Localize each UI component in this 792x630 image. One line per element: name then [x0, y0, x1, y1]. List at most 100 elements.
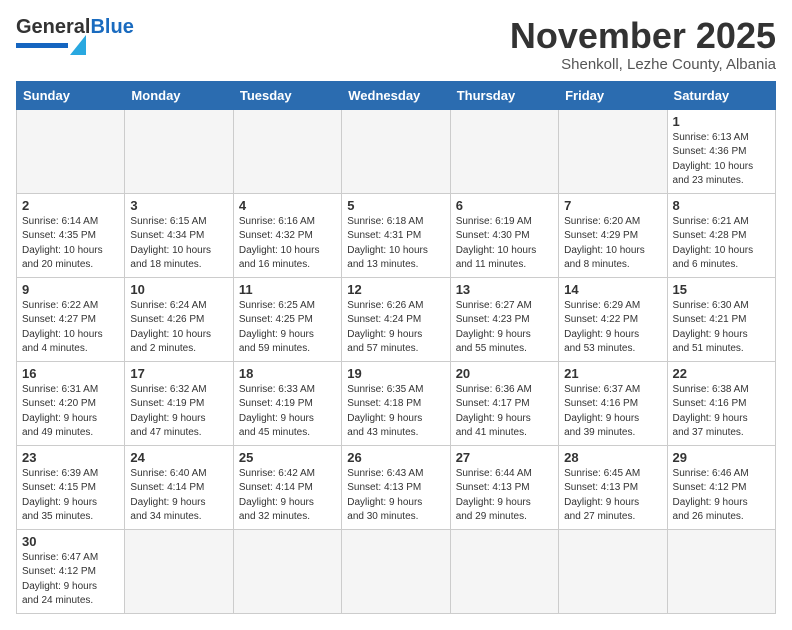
calendar-cell — [233, 529, 341, 613]
calendar-cell: 5Sunrise: 6:18 AM Sunset: 4:31 PM Daylig… — [342, 193, 450, 277]
calendar-cell: 17Sunrise: 6:32 AM Sunset: 4:19 PM Dayli… — [125, 361, 233, 445]
day-info: Sunrise: 6:44 AM Sunset: 4:13 PM Dayligh… — [456, 467, 553, 525]
calendar-cell: 13 Sunrise: 6:27 AM Sunset: 4:23 PM Dayli… — [450, 277, 558, 361]
calendar-cell: 15Sunrise: 6:30 AM Sunset: 4:21 PM Dayli… — [667, 277, 775, 361]
calendar-cell: 21Sunrise: 6:37 AM Sunset: 4:16 PM Dayli… — [559, 361, 667, 445]
day-info: Sunrise: 6:30 AM Sunset: 4:21 PM Dayligh… — [673, 299, 770, 357]
day-info: Sunrise: 6:20 AM Sunset: 4:29 PM Dayligh… — [564, 215, 661, 273]
calendar-cell: 10Sunrise: 6:24 AM Sunset: 4:26 PM Dayli… — [125, 277, 233, 361]
logo-blue-bar — [16, 43, 68, 48]
day-number: 7 — [564, 198, 661, 213]
day-number: 22 — [673, 366, 770, 381]
day-number: 30 — [22, 534, 119, 549]
day-number: 4 — [239, 198, 336, 213]
weekday-header-monday: Monday — [125, 81, 233, 109]
calendar-cell — [342, 109, 450, 193]
weekday-header-thursday: Thursday — [450, 81, 558, 109]
day-info: Sunrise: 6:29 AM Sunset: 4:22 PM Dayligh… — [564, 299, 661, 357]
calendar-cell: 3Sunrise: 6:15 AM Sunset: 4:34 PM Daylig… — [125, 193, 233, 277]
calendar-cell — [559, 529, 667, 613]
calendar-cell: 30 Sunrise: 6:47 AM Sunset: 4:12 PM Dayli… — [17, 529, 125, 613]
calendar-cell: 8 Sunrise: 6:21 AM Sunset: 4:28 PM Daylig… — [667, 193, 775, 277]
calendar-cell — [342, 529, 450, 613]
calendar-cell: 9 Sunrise: 6:22 AM Sunset: 4:27 PM Daylig… — [17, 277, 125, 361]
calendar-cell: 24Sunrise: 6:40 AM Sunset: 4:14 PM Dayli… — [125, 445, 233, 529]
calendar-cell — [233, 109, 341, 193]
week-row-4: 16 Sunrise: 6:31 AM Sunset: 4:20 PM Dayli… — [17, 361, 776, 445]
day-number: 27 — [456, 450, 553, 465]
calendar-cell: 25Sunrise: 6:42 AM Sunset: 4:14 PM Dayli… — [233, 445, 341, 529]
day-info: Sunrise: 6:31 AM Sunset: 4:20 PM Dayligh… — [22, 383, 119, 441]
calendar-cell — [125, 529, 233, 613]
day-number: 23 — [22, 450, 119, 465]
day-info: Sunrise: 6:26 AM Sunset: 4:24 PM Dayligh… — [347, 299, 444, 357]
day-info: Sunrise: 6:22 AM Sunset: 4:27 PM Dayligh… — [22, 299, 119, 357]
day-number: 14 — [564, 282, 661, 297]
day-number: 8 — [673, 198, 770, 213]
day-info: Sunrise: 6:39 AM Sunset: 4:15 PM Dayligh… — [22, 467, 119, 525]
calendar-cell — [559, 109, 667, 193]
day-number: 21 — [564, 366, 661, 381]
day-info: Sunrise: 6:45 AM Sunset: 4:13 PM Dayligh… — [564, 467, 661, 525]
day-number: 13 — [456, 282, 553, 297]
week-row-2: 2 Sunrise: 6:14 AM Sunset: 4:35 PM Daylig… — [17, 193, 776, 277]
week-row-6: 30 Sunrise: 6:47 AM Sunset: 4:12 PM Dayli… — [17, 529, 776, 613]
calendar-cell: 19 Sunrise: 6:35 AM Sunset: 4:18 PM Dayli… — [342, 361, 450, 445]
calendar-cell: 16 Sunrise: 6:31 AM Sunset: 4:20 PM Dayli… — [17, 361, 125, 445]
calendar-cell — [125, 109, 233, 193]
day-number: 16 — [22, 366, 119, 381]
day-number: 9 — [22, 282, 119, 297]
calendar-cell: 28 Sunrise: 6:45 AM Sunset: 4:13 PM Dayli… — [559, 445, 667, 529]
calendar-cell: 29Sunrise: 6:46 AM Sunset: 4:12 PM Dayli… — [667, 445, 775, 529]
day-number: 12 — [347, 282, 444, 297]
week-row-1: 1 Sunrise: 6:13 AM Sunset: 4:36 PM Daylig… — [17, 109, 776, 193]
day-number: 2 — [22, 198, 119, 213]
calendar-cell: 23 Sunrise: 6:39 AM Sunset: 4:15 PM Dayli… — [17, 445, 125, 529]
day-info: Sunrise: 6:14 AM Sunset: 4:35 PM Dayligh… — [22, 215, 119, 273]
calendar-cell — [17, 109, 125, 193]
month-title: November 2025 — [510, 16, 776, 56]
day-info: Sunrise: 6:38 AM Sunset: 4:16 PM Dayligh… — [673, 383, 770, 441]
calendar: SundayMondayTuesdayWednesdayThursdayFrid… — [16, 81, 776, 614]
day-info: Sunrise: 6:35 AM Sunset: 4:18 PM Dayligh… — [347, 383, 444, 441]
day-info: Sunrise: 6:46 AM Sunset: 4:12 PM Dayligh… — [673, 467, 770, 525]
day-info: Sunrise: 6:25 AM Sunset: 4:25 PM Dayligh… — [239, 299, 336, 357]
calendar-cell — [450, 529, 558, 613]
day-number: 11 — [239, 282, 336, 297]
day-info: Sunrise: 6:36 AM Sunset: 4:17 PM Dayligh… — [456, 383, 553, 441]
day-info: Sunrise: 6:43 AM Sunset: 4:13 PM Dayligh… — [347, 467, 444, 525]
calendar-cell: 2 Sunrise: 6:14 AM Sunset: 4:35 PM Daylig… — [17, 193, 125, 277]
day-info: Sunrise: 6:40 AM Sunset: 4:14 PM Dayligh… — [130, 467, 227, 525]
calendar-cell: 14 Sunrise: 6:29 AM Sunset: 4:22 PM Dayli… — [559, 277, 667, 361]
day-number: 1 — [673, 114, 770, 129]
day-info: Sunrise: 6:27 AM Sunset: 4:23 PM Dayligh… — [456, 299, 553, 357]
title-section: November 2025 Shenkoll, Lezhe County, Al… — [510, 16, 776, 73]
logo: General Blue — [16, 16, 134, 55]
calendar-cell — [667, 529, 775, 613]
day-number: 20 — [456, 366, 553, 381]
location-title: Shenkoll, Lezhe County, Albania — [510, 56, 776, 73]
calendar-cell: 18Sunrise: 6:33 AM Sunset: 4:19 PM Dayli… — [233, 361, 341, 445]
day-info: Sunrise: 6:33 AM Sunset: 4:19 PM Dayligh… — [239, 383, 336, 441]
day-number: 19 — [347, 366, 444, 381]
calendar-cell: 4Sunrise: 6:16 AM Sunset: 4:32 PM Daylig… — [233, 193, 341, 277]
calendar-cell: 27 Sunrise: 6:44 AM Sunset: 4:13 PM Dayli… — [450, 445, 558, 529]
weekday-header-saturday: Saturday — [667, 81, 775, 109]
day-number: 28 — [564, 450, 661, 465]
calendar-cell: 22 Sunrise: 6:38 AM Sunset: 4:16 PM Dayli… — [667, 361, 775, 445]
week-row-5: 23 Sunrise: 6:39 AM Sunset: 4:15 PM Dayli… — [17, 445, 776, 529]
week-row-3: 9 Sunrise: 6:22 AM Sunset: 4:27 PM Daylig… — [17, 277, 776, 361]
day-number: 10 — [130, 282, 227, 297]
day-number: 5 — [347, 198, 444, 213]
day-info: Sunrise: 6:13 AM Sunset: 4:36 PM Dayligh… — [673, 131, 770, 189]
weekday-header-tuesday: Tuesday — [233, 81, 341, 109]
day-number: 3 — [130, 198, 227, 213]
calendar-cell: 7 Sunrise: 6:20 AM Sunset: 4:29 PM Daylig… — [559, 193, 667, 277]
day-info: Sunrise: 6:21 AM Sunset: 4:28 PM Dayligh… — [673, 215, 770, 273]
calendar-cell: 1 Sunrise: 6:13 AM Sunset: 4:36 PM Daylig… — [667, 109, 775, 193]
day-info: Sunrise: 6:47 AM Sunset: 4:12 PM Dayligh… — [22, 551, 119, 609]
weekday-header-wednesday: Wednesday — [342, 81, 450, 109]
day-info: Sunrise: 6:19 AM Sunset: 4:30 PM Dayligh… — [456, 215, 553, 273]
calendar-cell: 6Sunrise: 6:19 AM Sunset: 4:30 PM Daylig… — [450, 193, 558, 277]
day-info: Sunrise: 6:32 AM Sunset: 4:19 PM Dayligh… — [130, 383, 227, 441]
